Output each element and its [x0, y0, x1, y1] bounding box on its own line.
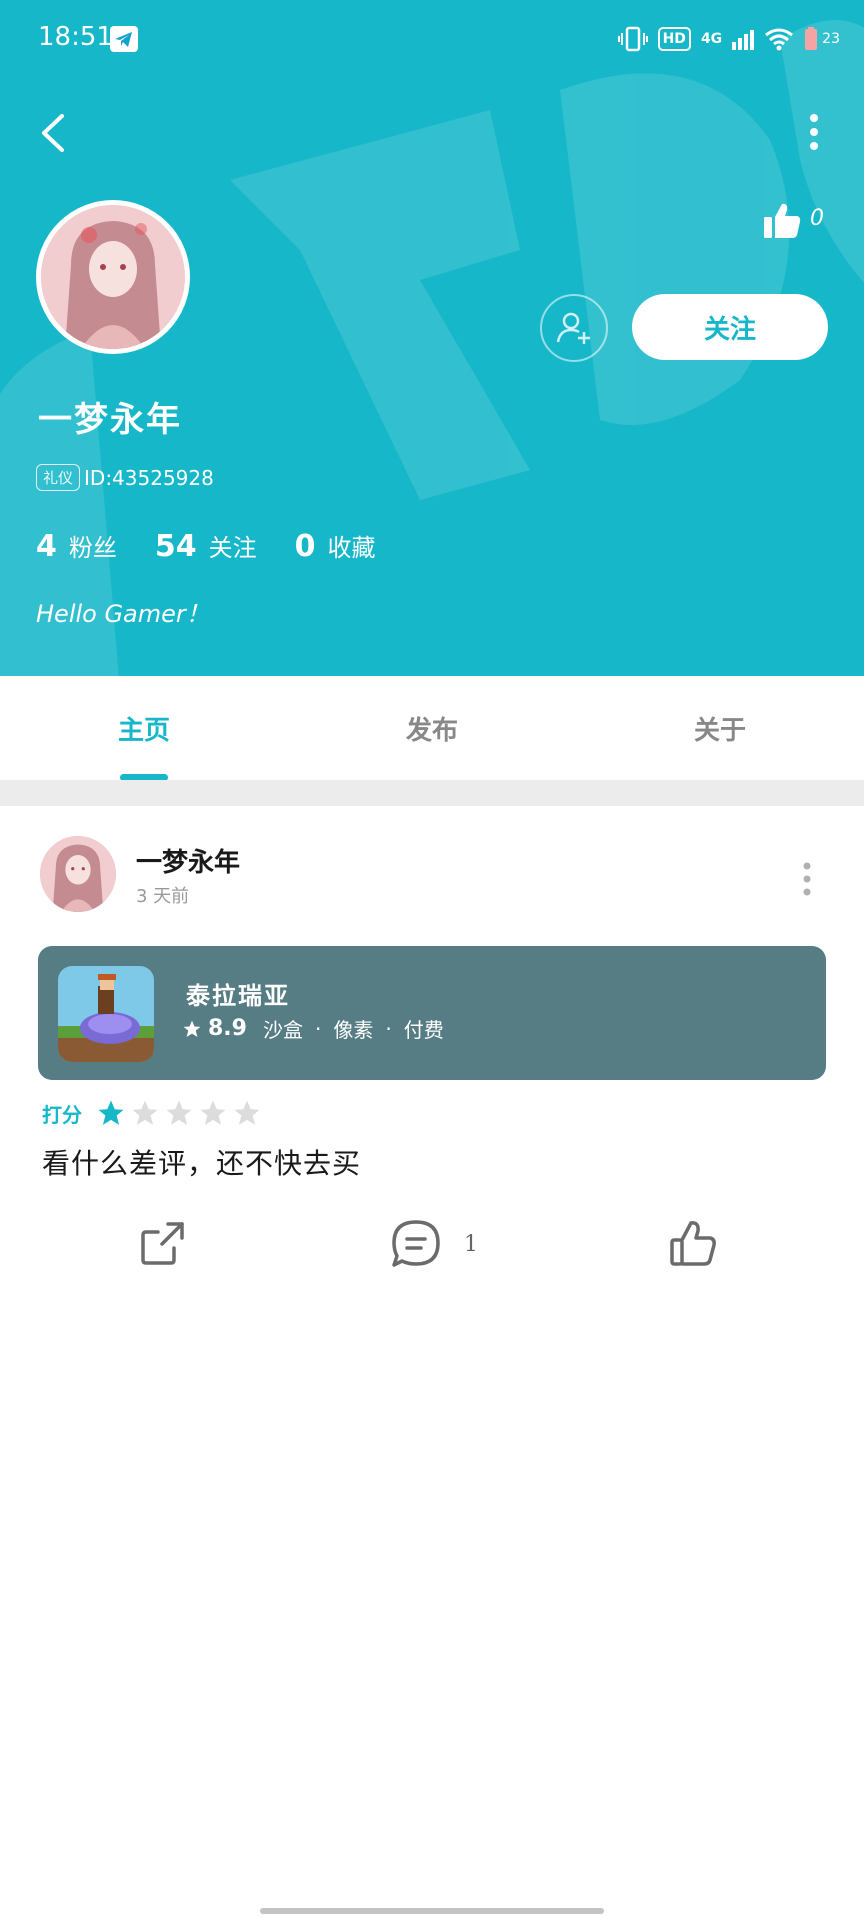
avatar-image [41, 205, 185, 349]
follow-button[interactable]: 关注 [632, 294, 828, 360]
game-tag: 沙盒 [262, 1018, 303, 1042]
profile-header: 18:51 HD 4G 23 0 关注 一梦永年 礼仪 ID:43525928 … [0, 0, 864, 676]
back-button[interactable] [32, 108, 76, 158]
thumbs-up-icon [670, 1221, 716, 1266]
comment-button[interactable]: 1 [390, 1218, 478, 1270]
post-text: 看什么差评，还不快去买 [42, 1147, 362, 1180]
game-card[interactable]: 泰拉瑞亚 8.9 沙盒 · 像素 · 付费 [38, 946, 826, 1080]
star-empty-icon [234, 1100, 260, 1125]
profile-tabs: 主页 发布 关于 [0, 676, 864, 780]
battery: 23 [804, 27, 840, 51]
more-options-icon[interactable] [804, 112, 824, 152]
id-tag: 礼仪 [36, 464, 81, 491]
network-type: 4G [700, 31, 723, 47]
battery-icon [805, 27, 818, 50]
signal-icon [732, 30, 755, 50]
hd-badge: HD [657, 27, 691, 51]
game-tag: 付费 [403, 1018, 444, 1042]
rating-stars [96, 1098, 262, 1128]
game-score: 8.9 [208, 1016, 247, 1041]
rating-label: 打分 [42, 1102, 82, 1127]
status-icons: HD 4G 23 [617, 24, 840, 54]
stat-label: 关注 [208, 534, 257, 562]
share-icon [141, 1222, 184, 1265]
stat-following[interactable]: 54 关注 [155, 528, 257, 564]
status-bar: 18:51 HD 4G 23 [0, 0, 864, 80]
user-id-row: 礼仪 ID:43525928 [36, 464, 214, 491]
star-filled-icon [98, 1100, 124, 1125]
tag-separator: · [385, 1016, 392, 1041]
stat-number: 54 [154, 529, 197, 564]
game-icon [58, 966, 154, 1062]
terraria-game-icon [58, 966, 154, 1062]
post-more-icon[interactable] [798, 862, 816, 896]
stat-label: 收藏 [327, 534, 376, 562]
tab-home[interactable]: 主页 [0, 676, 288, 780]
post-author-name[interactable]: 一梦永年 [136, 842, 240, 879]
star-empty-icon [166, 1100, 192, 1125]
game-name: 泰拉瑞亚 [186, 982, 290, 1010]
rating-row: 打分 [42, 1098, 262, 1128]
post-author-avatar[interactable] [40, 836, 116, 912]
game-meta: 8.9 沙盒 · 像素 · 付费 [182, 1014, 444, 1043]
comment-icon [392, 1220, 440, 1267]
username: 一梦永年 [38, 400, 182, 440]
telegram-icon [110, 26, 138, 52]
share-button[interactable] [138, 1218, 188, 1268]
user-bio: Hello Gamer！ [36, 600, 210, 628]
avatar[interactable] [36, 200, 190, 354]
stat-label: 粉丝 [68, 534, 117, 562]
vibrate-icon [617, 26, 648, 52]
game-tag: 像素 [333, 1018, 374, 1042]
avatar-image [40, 836, 116, 912]
section-divider [0, 780, 864, 806]
like-button[interactable] [668, 1218, 718, 1268]
user-id: ID:43525928 [84, 465, 214, 490]
comment-count: 1 [464, 1231, 478, 1257]
stat-number: 4 [36, 529, 57, 564]
profile-like-count: 0 [810, 206, 824, 231]
stat-favorites[interactable]: 0 收藏 [295, 528, 376, 564]
tab-posts[interactable]: 发布 [288, 676, 576, 780]
wifi-icon [765, 28, 794, 51]
post-time: 3 天前 [136, 886, 190, 907]
tag-separator: · [314, 1016, 322, 1041]
battery-level: 23 [822, 31, 840, 47]
profile-like[interactable]: 0 [762, 200, 824, 240]
star-icon [183, 1020, 201, 1037]
thumbs-up-icon [764, 203, 801, 238]
home-indicator[interactable] [260, 1908, 604, 1914]
add-user-icon [556, 312, 590, 344]
tab-about[interactable]: 关于 [576, 676, 864, 780]
star-empty-icon [200, 1100, 226, 1125]
stat-number: 0 [294, 529, 316, 564]
star-empty-icon [132, 1100, 158, 1125]
post-actions: 1 [0, 1210, 864, 1280]
profile-stats: 4 粉丝 54 关注 0 收藏 [36, 528, 414, 564]
add-friend-button[interactable] [540, 294, 608, 362]
stat-followers[interactable]: 4 粉丝 [36, 528, 117, 564]
status-time: 18:51 [38, 22, 113, 52]
